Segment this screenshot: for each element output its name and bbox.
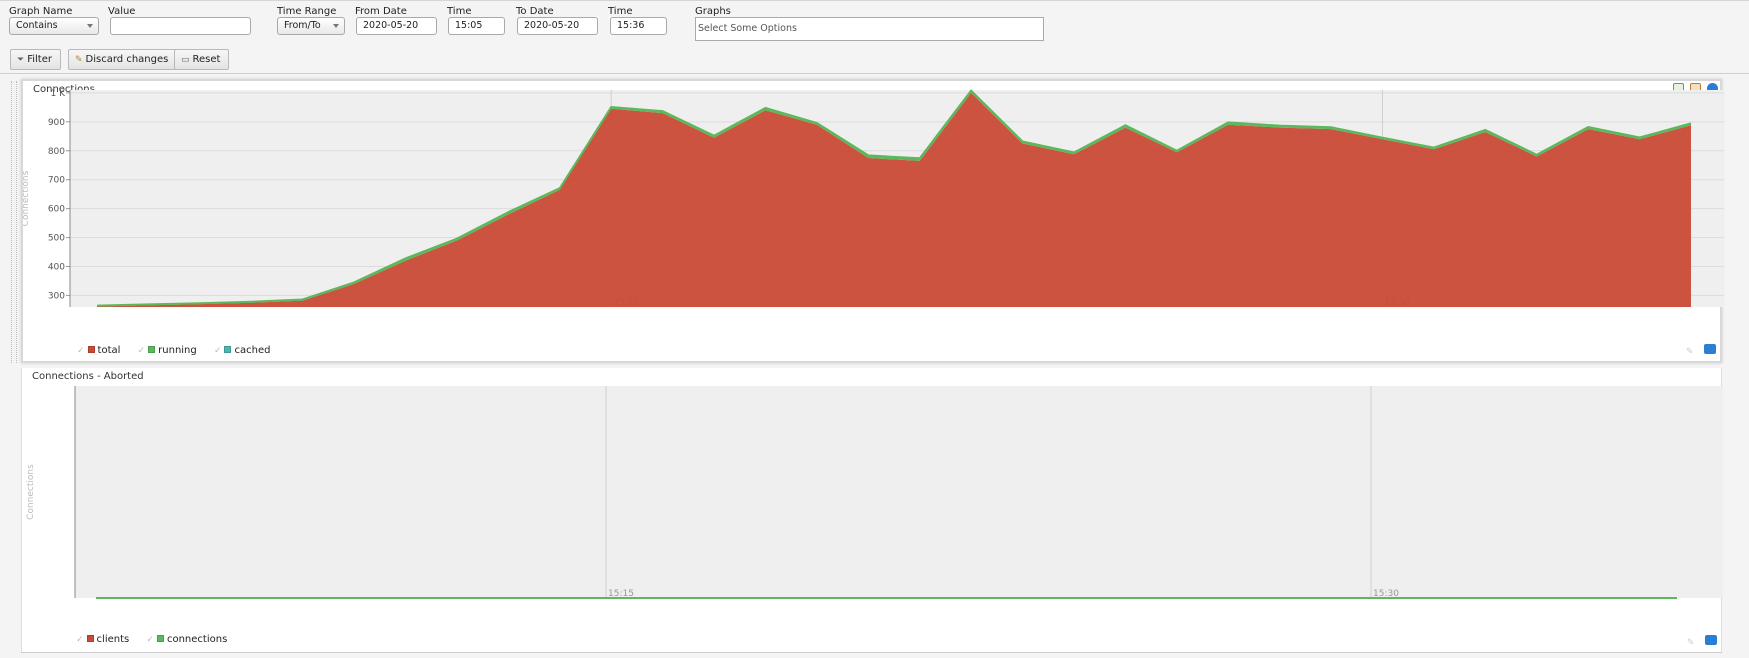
- y-tick-label: 600: [48, 205, 65, 215]
- chart-corner-tools: ✎: [1683, 344, 1716, 357]
- legend-item-total[interactable]: ✓ total: [77, 345, 120, 356]
- time-range-select-value: From/To: [284, 20, 321, 31]
- plot-area: [75, 386, 1723, 598]
- legend-swatch-cached: [224, 346, 232, 353]
- chart-legend: ✓ clients ✓ connections: [76, 634, 241, 645]
- legend-label-total: total: [97, 345, 121, 356]
- legend-swatch-running: [148, 346, 156, 353]
- reset-button-label: Reset: [192, 54, 221, 65]
- legend-item-running[interactable]: ✓ running: [138, 345, 197, 356]
- graph-name-select-value: Contains: [16, 20, 58, 31]
- y-tick-label: 300: [48, 291, 65, 301]
- graph-name-select[interactable]: Contains: [9, 17, 99, 35]
- broom-icon: ✎: [75, 55, 83, 65]
- connections-aborted-chart[interactable]: 15:15 15:30Connections: [22, 368, 1723, 652]
- chart-panel-connections: Connections 3004005006007008009001 K15:1…: [21, 79, 1724, 365]
- pencil-icon[interactable]: ✎: [1687, 638, 1699, 648]
- y-tick-label: 900: [48, 118, 65, 128]
- connections-chart[interactable]: 3004005006007008009001 K15:1515:30Connec…: [23, 81, 1724, 365]
- check-icon: ✓: [146, 635, 154, 645]
- legend-item-clients[interactable]: ✓ clients: [76, 634, 129, 645]
- legend-label-cached: cached: [234, 345, 271, 356]
- discard-changes-button-label: Discard changes: [85, 54, 169, 65]
- legend-swatch-connections: [156, 635, 164, 642]
- y-axis-label: Connections: [23, 170, 31, 226]
- graphs-multiselect[interactable]: Select Some Options: [695, 17, 1044, 41]
- area-mode-icon[interactable]: [1705, 635, 1717, 645]
- from-date-input[interactable]: 2020-05-20: [356, 17, 437, 35]
- legend-item-connections[interactable]: ✓ connections: [146, 634, 227, 645]
- pencil-icon[interactable]: ✎: [1686, 347, 1698, 357]
- legend-item-cached[interactable]: ✓ cached: [214, 345, 271, 356]
- chart-corner-tools: ✎: [1684, 635, 1717, 648]
- filter-bar: Graph Name Contains Value Time Range Fro…: [0, 0, 1749, 74]
- chevron-down-icon: [87, 24, 93, 28]
- discard-changes-button[interactable]: ✎ Discard changes: [68, 49, 178, 70]
- funnel-icon: ⏷: [17, 55, 25, 65]
- y-tick-label: 700: [48, 176, 65, 186]
- chart-legend: ✓ total ✓ running ✓ cached: [77, 345, 284, 356]
- area-mode-icon[interactable]: [1704, 344, 1716, 354]
- panel-footer-divider: [21, 652, 1722, 658]
- y-tick-label: 1 K: [51, 89, 67, 99]
- from-time-input[interactable]: 15:05: [448, 17, 505, 35]
- panel-resize-handle[interactable]: [11, 81, 17, 363]
- check-icon: ✓: [213, 346, 222, 356]
- time-range-select[interactable]: From/To: [277, 17, 345, 35]
- legend-label-running: running: [158, 345, 197, 356]
- chart-panel-connections-aborted: Connections - Aborted 15:15 15:30 Connecti…: [21, 368, 1723, 652]
- legend-label-clients: clients: [96, 634, 130, 645]
- legend-swatch-total: [87, 346, 95, 353]
- value-input[interactable]: [110, 17, 251, 35]
- check-icon: ✓: [137, 346, 146, 356]
- legend-label-connections: connections: [166, 634, 228, 645]
- y-axis-label: Connections: [26, 464, 36, 520]
- check-icon: ✓: [77, 346, 85, 356]
- reset-icon: ▭: [181, 55, 190, 65]
- chevron-down-icon: [333, 24, 339, 28]
- y-tick-label: 800: [48, 147, 65, 157]
- filter-button[interactable]: ⏷ Filter: [10, 49, 61, 70]
- check-icon: ✓: [76, 635, 84, 645]
- to-date-input[interactable]: 2020-05-20: [517, 17, 598, 35]
- to-time-input[interactable]: 15:36: [610, 17, 667, 35]
- legend-swatch-clients: [86, 635, 94, 642]
- filter-button-label: Filter: [27, 54, 52, 65]
- y-tick-label: 500: [48, 234, 65, 244]
- reset-button[interactable]: ▭ Reset: [174, 49, 230, 70]
- y-tick-label: 400: [48, 262, 65, 272]
